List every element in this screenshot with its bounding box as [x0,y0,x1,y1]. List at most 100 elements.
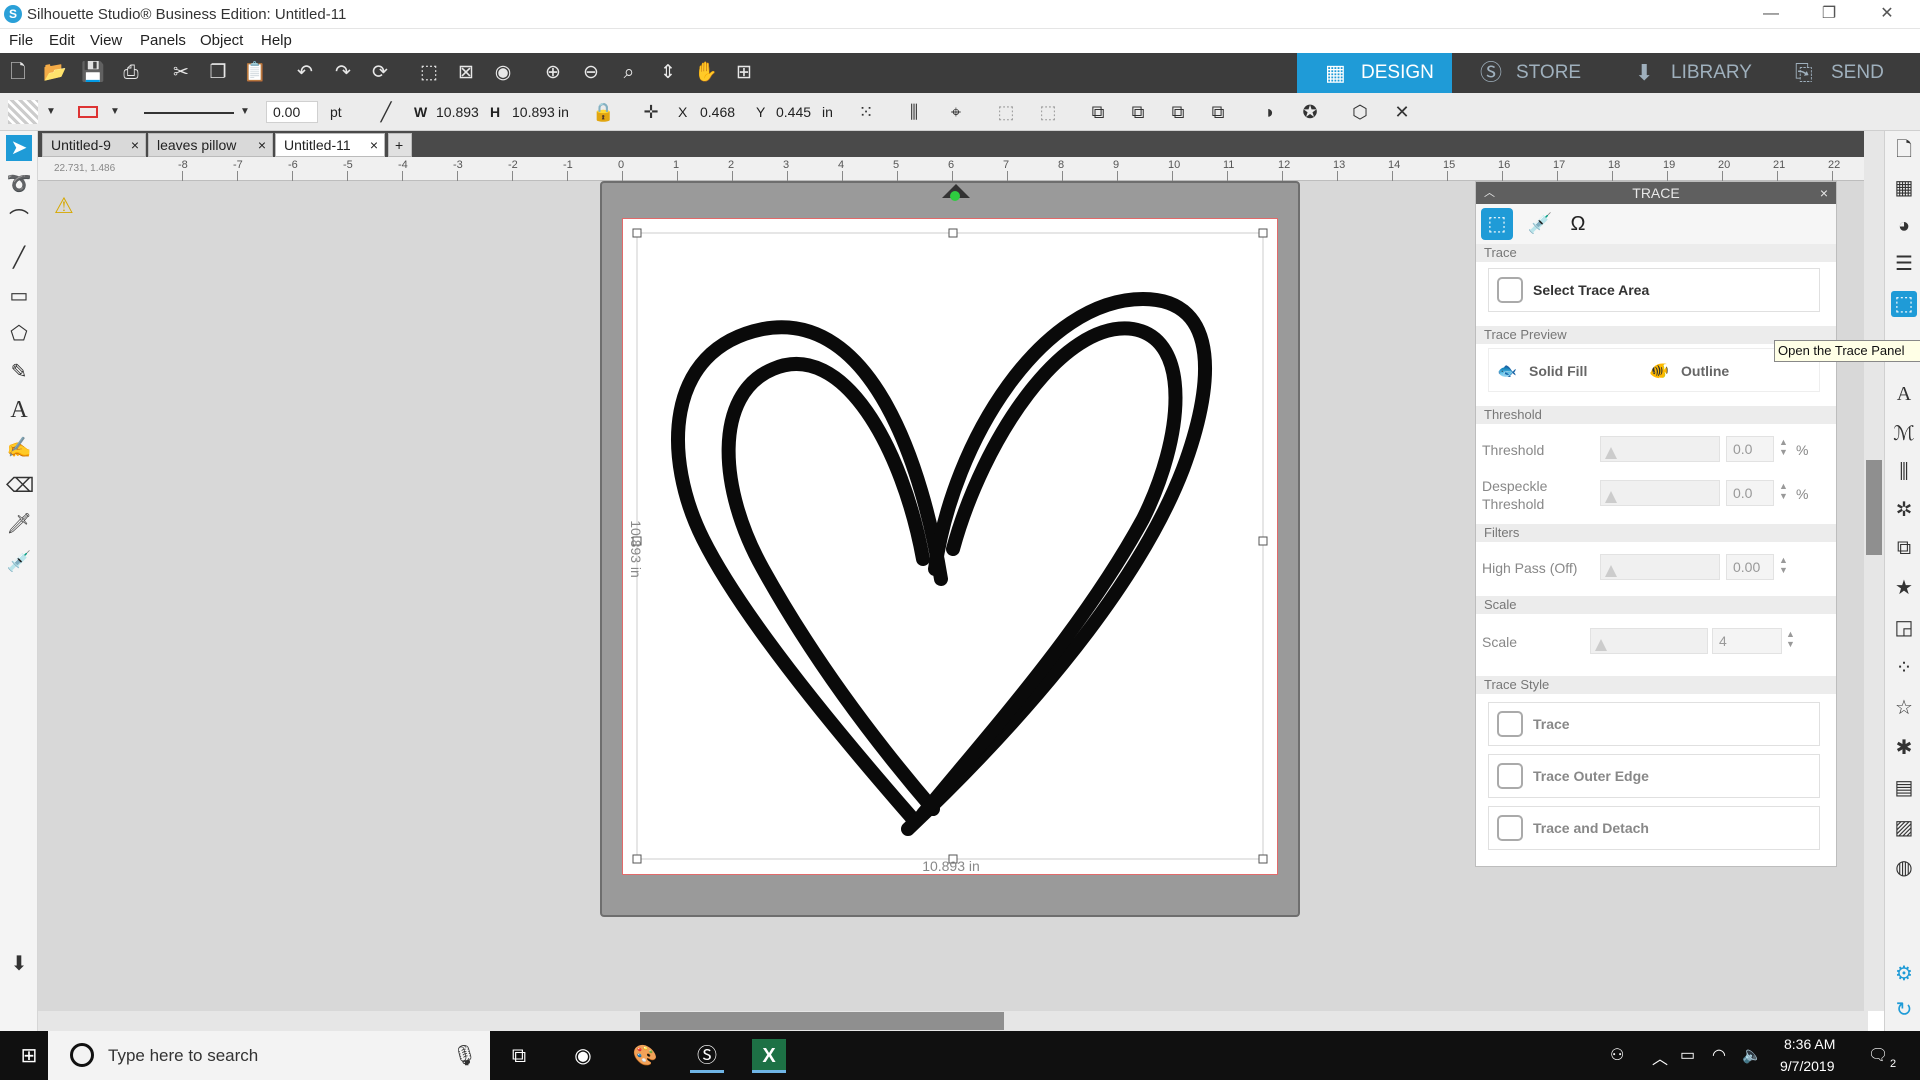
open-file-icon[interactable]: 📂 [42,61,68,85]
fill-pattern-swatch[interactable] [8,100,38,124]
select-color-icon[interactable]: ◉ [490,61,516,85]
horizontal-scroll-thumb[interactable] [640,1012,1004,1030]
replicate-icon[interactable]: ✲ [1891,497,1917,523]
trace-tab-icon[interactable]: ⬚ [1481,208,1513,240]
menu-file[interactable]: File [9,32,33,49]
grid-dots-icon[interactable]: ⁙ [852,100,880,124]
select-all-icon[interactable]: ⬚ [416,61,442,85]
eraser-shape-icon[interactable]: ◗ [1256,100,1284,124]
line-width-input[interactable]: 0.00 [266,101,318,123]
subtract-icon[interactable]: ⧉ [1124,100,1152,124]
favorite-star-icon[interactable]: ✪ [1296,100,1324,124]
text-style-icon[interactable]: A [1891,381,1917,407]
undo-icon[interactable]: ↶ [292,61,318,85]
tab-send[interactable]: ⎘ SEND [1767,53,1920,93]
line-style-dropdown-icon[interactable]: ▼ [238,100,252,124]
rotate-handle-dot[interactable] [950,191,960,201]
text-to-path-icon[interactable]: ℳ [1891,421,1917,447]
fit-to-page-icon[interactable]: ⊞ [731,61,757,85]
page-setup-icon[interactable]: 🗋 [1891,137,1917,163]
design-page[interactable]: 10.893 in 10.893 in [622,218,1278,875]
pencil-icon[interactable]: ✎ [6,359,32,385]
trace-panel-icon[interactable]: ⬚ [1891,291,1917,317]
fill-dropdown-icon[interactable]: ▼ [44,100,58,124]
lock-aspect-icon[interactable]: 🔒 [592,100,614,124]
intersect-icon[interactable]: ⧉ [1164,100,1192,124]
refresh-icon[interactable]: ⟳ [367,61,393,85]
library-panel-icon[interactable]: ⬇ [6,951,32,977]
center-page-icon[interactable]: ⌖ [942,100,970,124]
trace-and-detach-button[interactable]: Trace and Detach [1488,806,1820,850]
excel-icon[interactable]: X [752,1039,786,1073]
group-icon[interactable]: ⬚ [992,100,1020,124]
pixscan-eyedropper-icon[interactable]: 💉 [1524,208,1556,240]
rectangle-icon[interactable]: ▭ [6,283,32,309]
high-pass-slider[interactable] [1600,554,1720,580]
height-input[interactable]: 10.893 [512,104,555,120]
tab-leaves-pillow[interactable]: leaves pillow × [148,133,273,157]
vertical-scrollbar[interactable] [1864,131,1884,1011]
y-position-input[interactable]: 0.445 [776,104,811,120]
layers-icon[interactable]: ▤ [1891,775,1917,801]
cut-icon[interactable]: ✂ [168,61,194,85]
menu-help[interactable]: Help [261,32,292,49]
outline-option[interactable]: Outline [1681,363,1729,379]
sync-icon[interactable]: ↻ [1891,997,1917,1023]
sketch-icon[interactable]: ▨ [1891,815,1917,841]
tab-close-icon[interactable]: × [370,134,378,156]
line-color-swatch[interactable] [76,100,100,124]
close-x-icon[interactable]: ✕ [1390,100,1414,124]
offset-icon[interactable]: ◲ [1891,615,1917,641]
heart-design[interactable]: 10.893 in 10.893 in [623,219,1279,876]
knife-icon[interactable]: 🗡 [6,511,32,537]
width-input[interactable]: 10.893 [436,104,479,120]
battery-icon[interactable]: ▭ [1680,1045,1695,1065]
copy-icon[interactable]: ❐ [205,61,231,85]
people-icon[interactable]: ⚇ [1610,1045,1624,1065]
line-style-icon[interactable]: ☰ [1891,251,1917,277]
new-file-icon[interactable]: 🗋 [5,61,31,85]
microphone-icon[interactable]: 🎙 [452,1043,477,1068]
transform-icon[interactable]: ⧉ [1891,535,1917,561]
zoom-in-icon[interactable]: ⊕ [540,61,566,85]
add-tab-button[interactable]: + [388,133,412,157]
deselect-icon[interactable]: ⊠ [453,61,479,85]
pan-hand-icon[interactable]: ✋ [693,61,719,85]
polygon-icon[interactable]: ⬠ [6,321,32,347]
warning-icon[interactable]: ⚠ [54,193,74,219]
taskbar-search[interactable]: Type here to search 🎙 [48,1031,490,1080]
puzzle-icon[interactable]: ✱ [1891,735,1917,761]
tab-library[interactable]: ⬇ LIBRARY [1607,53,1767,93]
scale-slider[interactable] [1590,628,1708,654]
save-icon[interactable]: 💾 [80,61,106,85]
select-trace-area-button[interactable]: Select Trace Area [1488,268,1820,312]
rhinestone-icon[interactable]: ⁘ [1891,655,1917,681]
tab-store[interactable]: Ⓢ STORE [1452,53,1607,93]
x-position-input[interactable]: 0.468 [700,104,735,120]
menu-object[interactable]: Object [200,32,243,49]
lasso-icon[interactable]: ➰ [6,171,32,197]
tab-close-icon[interactable]: × [131,134,139,156]
high-pass-spinner-icon[interactable]: ▲ ▼ [1779,555,1788,575]
trace-outer-edge-button[interactable]: Trace Outer Edge [1488,754,1820,798]
wifi-icon[interactable]: ◠ [1712,1045,1726,1065]
globe-icon[interactable]: ◍ [1891,855,1917,881]
windows-start-icon[interactable]: ⊞ [12,1039,46,1073]
trace-button[interactable]: Trace [1488,702,1820,746]
ungroup-icon[interactable]: ⬚ [1034,100,1062,124]
search-input[interactable]: Type here to search [108,1046,258,1066]
scale-spinner-icon[interactable]: ▲ ▼ [1786,629,1795,649]
volume-icon[interactable]: 🔈 [1742,1045,1762,1065]
threshold-slider[interactable] [1600,436,1720,462]
crop-icon[interactable]: ⧉ [1204,100,1232,124]
3d-box-icon[interactable]: ⬡ [1344,100,1376,124]
tab-close-icon[interactable]: × [258,134,266,156]
fill-color-icon[interactable]: ◕ [1891,213,1917,239]
pixscan-icon[interactable]: ▦ [1891,175,1917,201]
silhouette-app-icon[interactable]: Ⓢ [690,1039,724,1073]
print-icon[interactable]: ⎙ [118,61,144,85]
settings-gear-icon[interactable]: ⚙ [1891,961,1917,987]
despeckle-slider[interactable] [1600,480,1720,506]
align-icon[interactable]: ⫼ [1891,459,1917,485]
image-edit-icon[interactable]: ✍ [6,435,32,461]
